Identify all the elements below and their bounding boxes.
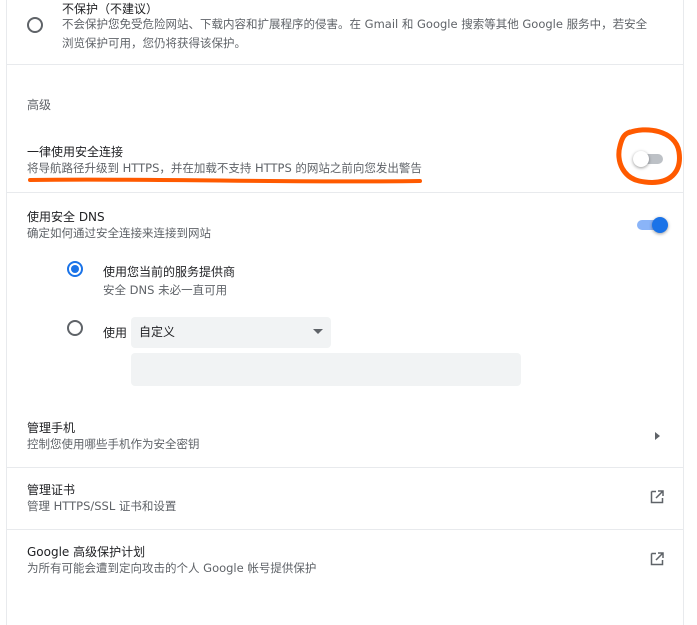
custom-dns-input[interactable] bbox=[131, 353, 521, 386]
dns-custom-radio[interactable] bbox=[67, 320, 83, 336]
dns-provider-select[interactable]: 自定义 bbox=[131, 317, 331, 348]
secure-dns-desc: 确定如何通过安全连接来连接到网站 bbox=[27, 226, 211, 240]
always-https-toggle[interactable] bbox=[633, 151, 665, 167]
dns-current-provider-radio[interactable] bbox=[67, 261, 83, 277]
always-https-desc: 将导航路径升级到 HTTPS，并在加载不支持 HTTPS 的网站之前向您发出警告 bbox=[27, 161, 422, 175]
secure-dns-title: 使用安全 DNS bbox=[27, 210, 105, 224]
chevron-right-icon[interactable] bbox=[655, 432, 660, 440]
toggle-knob bbox=[633, 151, 649, 167]
no-protection-radio[interactable] bbox=[27, 17, 43, 33]
divider bbox=[7, 192, 683, 193]
advanced-heading: 高级 bbox=[27, 98, 52, 112]
secure-dns-toggle[interactable] bbox=[637, 217, 668, 233]
open-in-new-icon[interactable] bbox=[649, 551, 665, 567]
advanced-protection-title: Google 高级保护计划 bbox=[27, 545, 146, 559]
dns-provider-select-value: 自定义 bbox=[139, 325, 176, 339]
advanced-protection-desc: 为所有可能会遭到定向攻击的个人 Google 帐号提供保护 bbox=[27, 561, 317, 575]
toggle-knob bbox=[652, 217, 668, 233]
open-in-new-icon[interactable] bbox=[649, 489, 665, 505]
security-settings-page: 不保护（不建议） 不会保护您免受危险网站、下载内容和扩展程序的侵害。在 Gmai… bbox=[6, 0, 684, 625]
dns-current-provider-desc: 安全 DNS 未必一直可用 bbox=[103, 283, 228, 297]
manage-certs-title: 管理证书 bbox=[27, 483, 76, 497]
manage-certs-desc: 管理 HTTPS/SSL 证书和设置 bbox=[27, 499, 177, 513]
dns-current-provider-label: 使用您当前的服务提供商 bbox=[103, 265, 236, 279]
chevron-down-icon bbox=[313, 329, 323, 334]
always-https-title: 一律使用安全连接 bbox=[27, 145, 124, 159]
manage-phones-row[interactable] bbox=[7, 405, 683, 467]
no-protection-desc-line1: 不会保护您免受危险网站、下载内容和扩展程序的侵害。在 Gmail 和 Googl… bbox=[62, 17, 648, 31]
divider bbox=[7, 64, 683, 65]
no-protection-desc-line2: 浏览保护可用，您仍将获得该保护。 bbox=[62, 36, 246, 50]
dns-custom-label: 使用 bbox=[103, 326, 128, 340]
